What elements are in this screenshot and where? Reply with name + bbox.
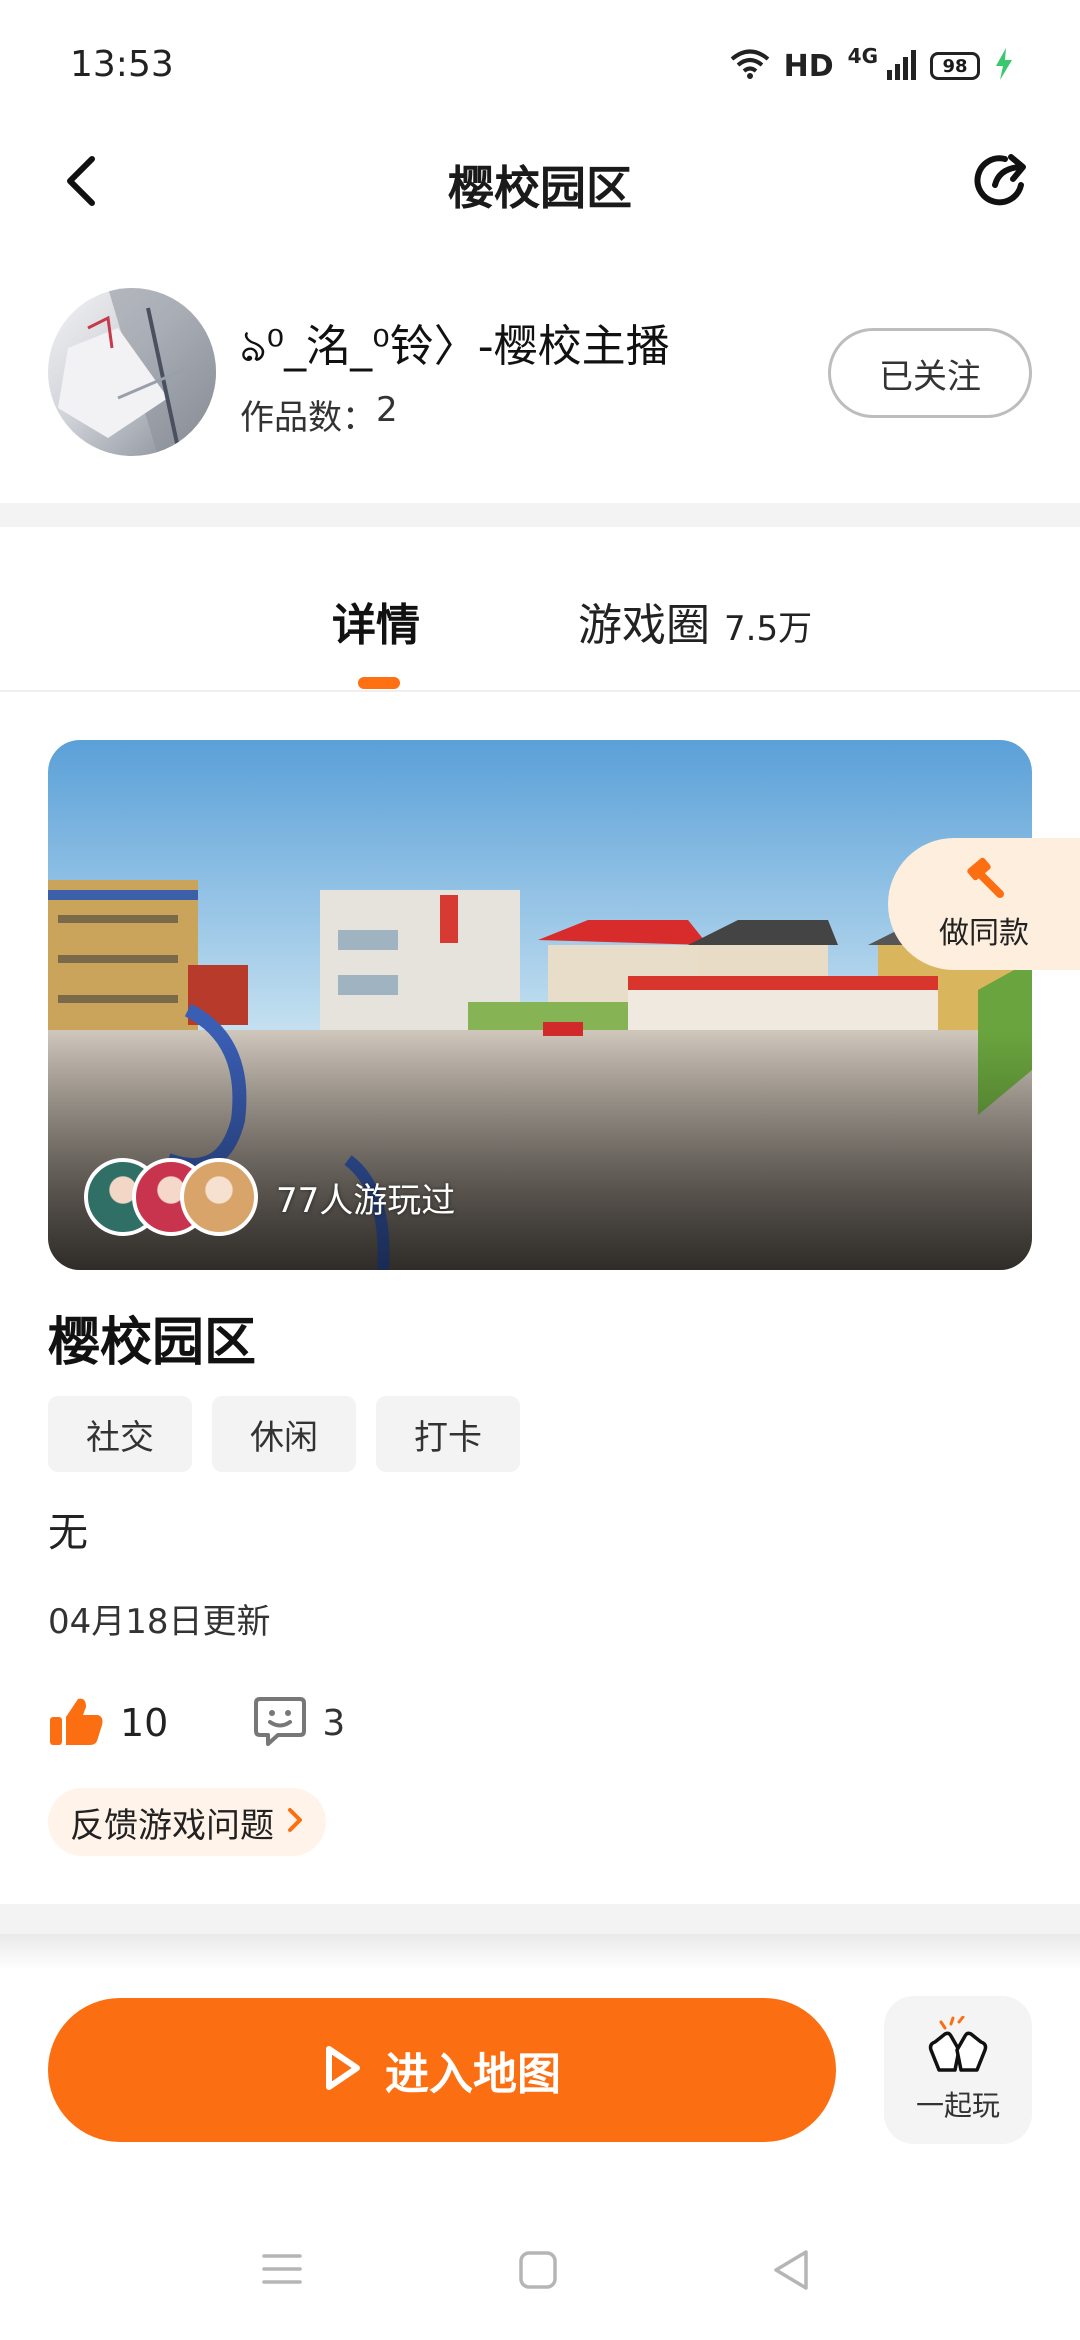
charging-icon (994, 48, 1014, 84)
make-same-button[interactable]: 做同款 (888, 838, 1080, 970)
play-together-label: 一起玩 (915, 2089, 1000, 2122)
author-row[interactable]: ঌ⁰_洺_⁰铃〉-樱校主播 作品数： 2 已关注 (0, 270, 1080, 470)
feedback-button[interactable]: 反馈游戏问题 (48, 1788, 326, 1856)
status-icons: HD 4G 98 (730, 44, 1014, 88)
menu-icon[interactable] (262, 2252, 302, 2290)
status-bar: 13:53 HD 4G 98 (0, 0, 1080, 130)
hammer-icon (962, 856, 1006, 904)
thumbs-up-icon (48, 1695, 104, 1751)
map-description: 无 (48, 1510, 88, 1556)
tag-item[interactable]: 打卡 (376, 1396, 520, 1472)
works-number: 2 (376, 390, 398, 430)
hd-label: HD (783, 48, 834, 84)
section-divider (0, 503, 1080, 527)
home-icon[interactable] (518, 2250, 558, 2294)
tab-details[interactable]: 详情 (332, 589, 420, 653)
tag-list: 社交 休闲 打卡 (48, 1396, 520, 1472)
status-time: 13:53 (70, 44, 174, 85)
update-date: 04月18日更新 (48, 1602, 271, 1642)
play-together-button[interactable]: 一起玩 (884, 1996, 1032, 2144)
page-title: 樱校园区 (448, 161, 632, 215)
map-title: 樱校园区 (48, 1313, 257, 1373)
works-label: 作品数： (240, 398, 376, 438)
top-bar: 樱校园区 (0, 130, 1080, 240)
stats-row: 10 3 (48, 1688, 345, 1758)
signal-icon (886, 48, 916, 84)
tab-active-indicator (358, 677, 400, 689)
feedback-label: 反馈游戏问题 (70, 1805, 274, 1846)
comment-count: 3 (322, 1702, 346, 1744)
make-same-label: 做同款 (939, 916, 1029, 951)
share-icon (971, 149, 1033, 215)
section-divider (0, 1904, 1080, 1934)
tag-item[interactable]: 休闲 (212, 1396, 356, 1472)
bottom-bar-shadow (0, 1934, 1080, 1970)
author-avatar[interactable] (48, 288, 216, 456)
enter-map-button[interactable]: 进入地图 (48, 1998, 836, 2142)
tab-game-circle[interactable]: 游戏圈 7.5万 (578, 589, 812, 653)
enter-map-label: 进入地图 (385, 2049, 561, 2100)
played-users: 77人游玩过 (84, 1158, 455, 1236)
chevron-right-icon (286, 1806, 304, 1838)
author-name: ঌ⁰_洺_⁰铃〉-樱校主播 (240, 321, 670, 372)
clap-icon (925, 2015, 991, 2078)
player-avatar (180, 1158, 258, 1236)
system-nav-bar (0, 2230, 1080, 2320)
play-icon (323, 2044, 363, 2096)
tab-game-circle-count: 7.5万 (724, 609, 813, 649)
played-count: 77人游玩过 (276, 1180, 456, 1221)
back-triangle-icon[interactable] (772, 2248, 812, 2296)
comment-button[interactable]: 3 (254, 1695, 345, 1751)
like-count: 10 (120, 1701, 169, 1745)
battery-icon: 98 (930, 52, 980, 80)
map-cover-image[interactable]: 77人游玩过 (48, 740, 1032, 1270)
follow-button[interactable]: 已关注 (828, 328, 1032, 418)
tag-item[interactable]: 社交 (48, 1396, 192, 1472)
network-type: 4G (847, 44, 878, 68)
tab-game-circle-label: 游戏圈 (578, 600, 710, 651)
wifi-icon (730, 48, 770, 84)
like-button[interactable]: 10 (48, 1695, 168, 1751)
share-button[interactable] (962, 142, 1042, 222)
tab-bar: 详情 游戏圈 7.5万 (0, 527, 1080, 692)
comment-icon (254, 1695, 307, 1751)
works-count: 作品数： 2 (240, 390, 398, 439)
